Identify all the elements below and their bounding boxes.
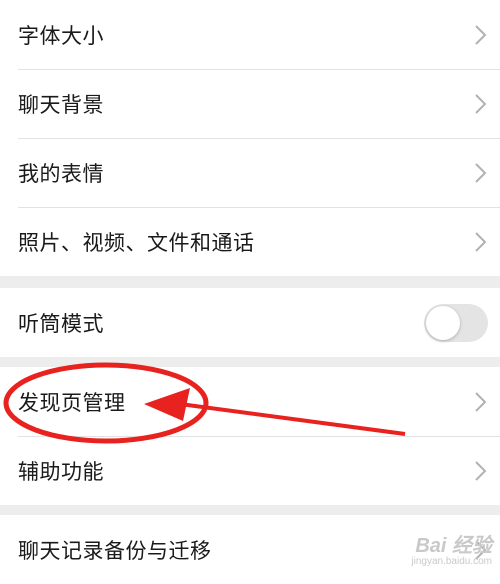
media-files-calls-row[interactable]: 照片、视频、文件和通话 bbox=[0, 207, 500, 276]
earpiece-mode-row: 听筒模式 bbox=[0, 288, 500, 357]
earpiece-mode-toggle[interactable] bbox=[424, 303, 488, 342]
settings-group-general: 字体大小 聊天背景 我的表情 照片、视频、文件和通话 bbox=[0, 0, 500, 276]
discover-management-label: 发现页管理 bbox=[18, 390, 126, 415]
chat-backup-migrate-label: 聊天记录备份与迁移 bbox=[18, 538, 212, 563]
discover-management-row[interactable]: 发现页管理 bbox=[0, 367, 500, 436]
chevron-right-icon bbox=[475, 24, 487, 45]
chevron-right-icon bbox=[475, 391, 487, 412]
watermark-url: jingyan.baidu.com bbox=[411, 556, 492, 567]
accessibility-row[interactable]: 辅助功能 bbox=[0, 436, 500, 505]
chevron-right-icon bbox=[475, 231, 487, 252]
earpiece-mode-label: 听筒模式 bbox=[18, 311, 104, 336]
settings-group-discover: 发现页管理 辅助功能 bbox=[0, 367, 500, 505]
font-size-label: 字体大小 bbox=[18, 23, 104, 48]
settings-group-earpiece: 听筒模式 bbox=[0, 288, 500, 357]
my-stickers-label: 我的表情 bbox=[18, 161, 104, 186]
accessibility-label: 辅助功能 bbox=[18, 459, 104, 484]
chat-background-label: 聊天背景 bbox=[18, 92, 104, 117]
toggle-knob bbox=[426, 305, 460, 340]
chat-background-row[interactable]: 聊天背景 bbox=[0, 69, 500, 138]
chevron-right-icon bbox=[475, 162, 487, 183]
watermark: Bai 经验 jingyan.baidu.com bbox=[411, 529, 492, 567]
my-stickers-row[interactable]: 我的表情 bbox=[0, 138, 500, 207]
chevron-right-icon bbox=[475, 460, 487, 481]
watermark-logo-text: Bai 经验 bbox=[415, 535, 492, 557]
font-size-row[interactable]: 字体大小 bbox=[0, 0, 500, 69]
media-files-calls-label: 照片、视频、文件和通话 bbox=[18, 230, 255, 255]
chevron-right-icon bbox=[475, 93, 487, 114]
